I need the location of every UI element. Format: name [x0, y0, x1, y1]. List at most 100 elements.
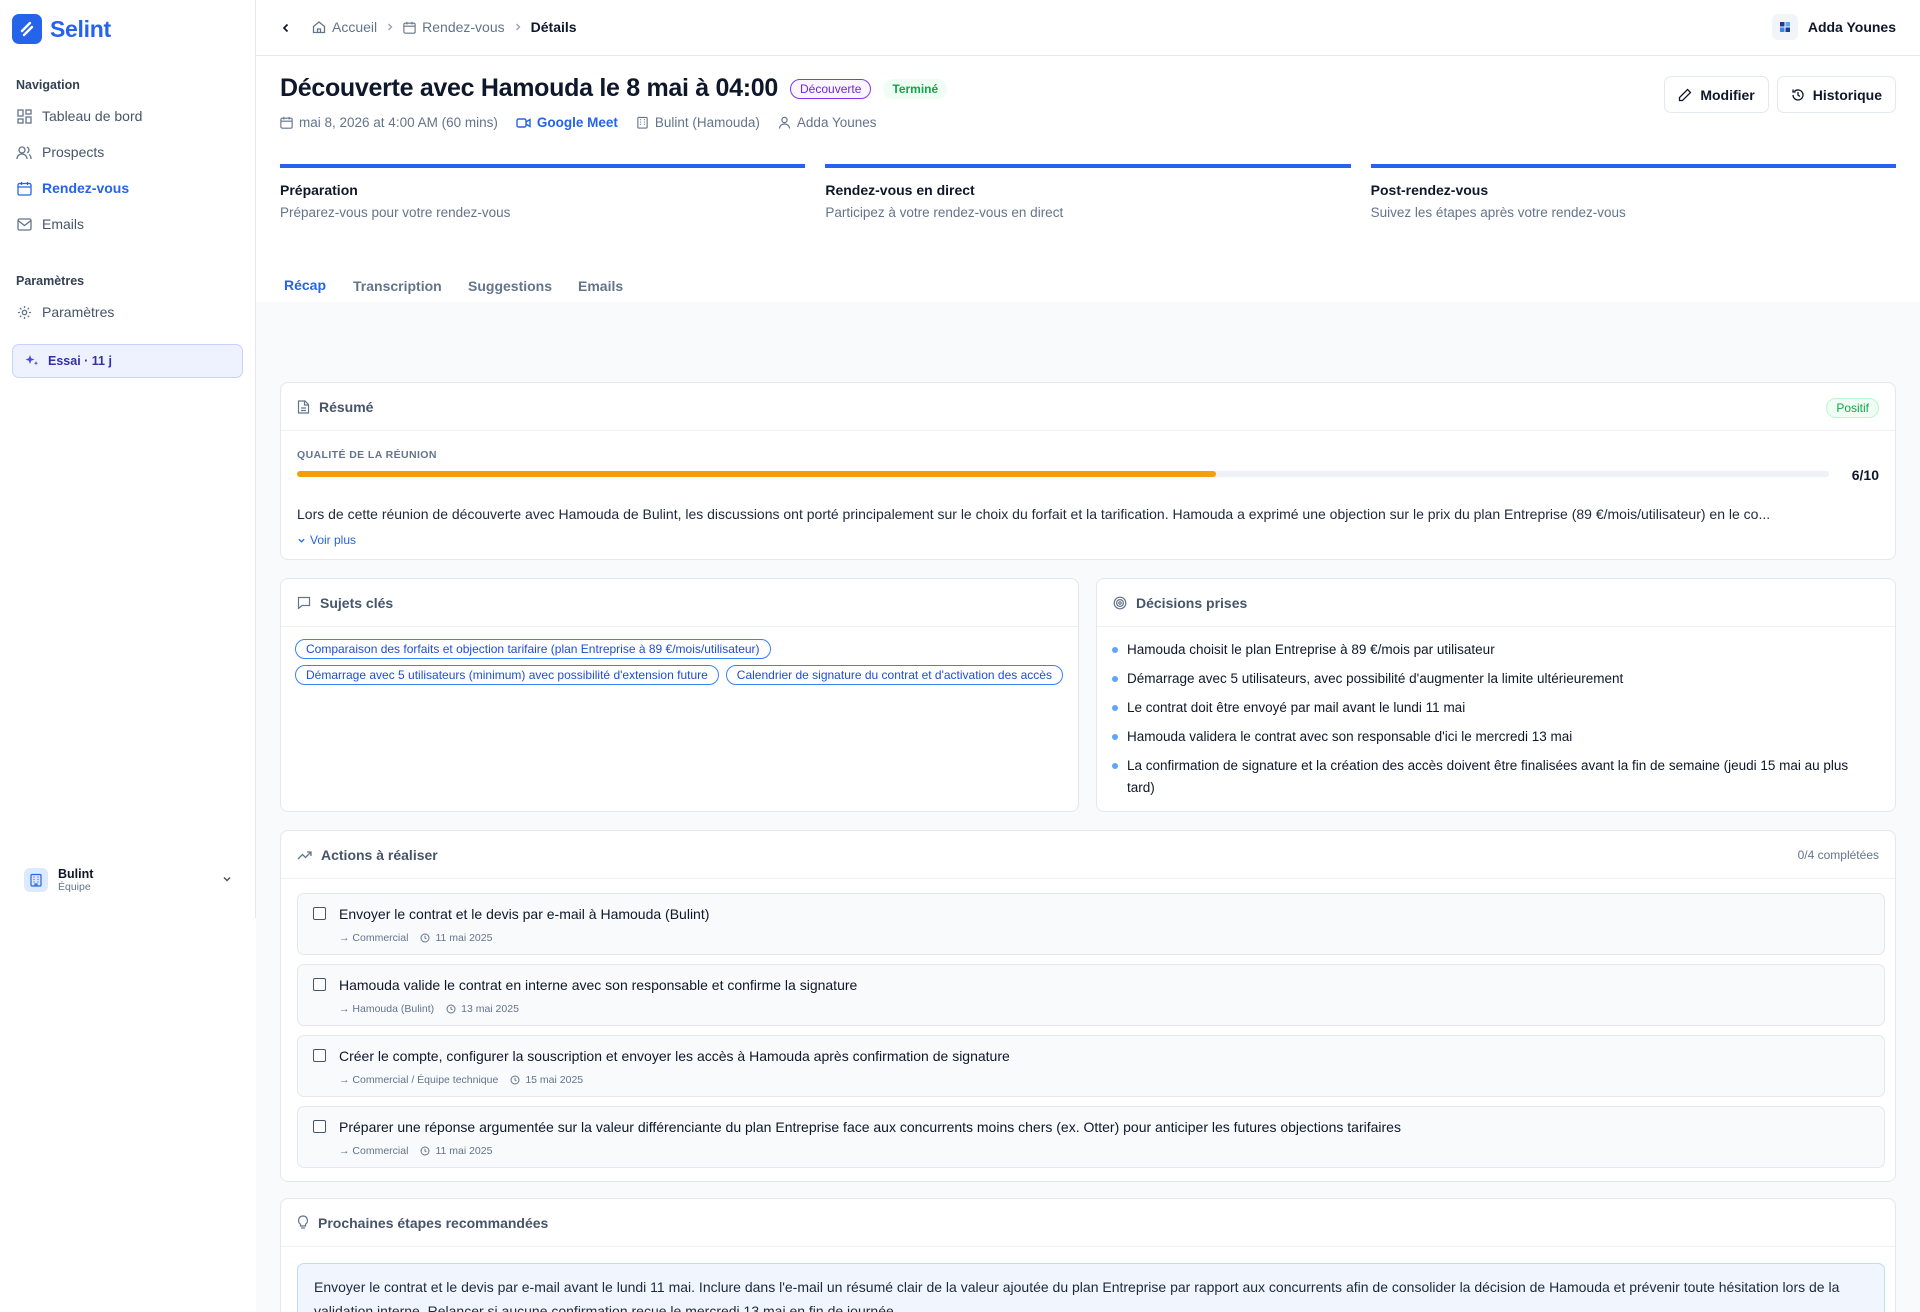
sidebar-item-label: Prospects — [42, 144, 105, 160]
action-item: Créer le compte, configurer la souscript… — [297, 1035, 1885, 1097]
action-meta: → Commercial / Équipe technique 15 mai 2… — [339, 1074, 583, 1086]
phase-subtitle: Participez à votre rendez-vous en direct — [825, 205, 1064, 220]
app-logo[interactable]: Selint — [12, 14, 111, 44]
action-checkbox[interactable] — [313, 978, 326, 991]
logo-icon — [12, 14, 42, 44]
owner-text: Adda Younes — [796, 115, 877, 130]
quality-progress-fill — [297, 471, 1217, 477]
sidebar-item-dashboard[interactable]: Tableau de bord — [16, 101, 240, 131]
nav-section-title: Navigation — [16, 78, 80, 92]
actions-card: Actions à réaliser 0/4 complétées Envoye… — [280, 830, 1896, 1182]
phase-post[interactable]: Post-rendez-vous Suivez les étapes après… — [1370, 164, 1896, 220]
page-title: Découverte avec Hamouda le 8 mai à 04:00 — [280, 74, 778, 102]
calendar-icon — [16, 180, 32, 196]
action-checkbox[interactable] — [313, 1120, 326, 1133]
sidebar-item-settings[interactable]: Paramètres — [16, 297, 240, 327]
phase-preparation[interactable]: Préparation Préparez-vous pour votre ren… — [280, 164, 806, 220]
breadcrumb-rendez-vous[interactable]: Rendez-vous — [403, 19, 505, 35]
clock-icon — [510, 1075, 520, 1085]
action-date: 15 mai 2025 — [525, 1074, 584, 1086]
next-steps-card: Prochaines étapes recommandées Envoyer l… — [280, 1198, 1896, 1312]
main-content: Découverte avec Hamouda le 8 mai à 04:00… — [256, 56, 1920, 1312]
topic-chip[interactable]: Calendrier de signature du contrat et d'… — [725, 665, 1063, 685]
sparkles-icon — [25, 354, 39, 368]
meeting-meta: mai 8, 2026 at 4:00 AM (60 mins) Google … — [280, 115, 877, 130]
topic-chip[interactable]: Démarrage avec 5 utilisateurs (minimum) … — [295, 665, 719, 685]
next-steps-text: Envoyer le contrat et le devis par e-mai… — [297, 1263, 1885, 1312]
action-checkbox[interactable] — [313, 907, 326, 920]
phase-title: Préparation — [280, 182, 358, 198]
meeting-company: Bulint (Hamouda) — [636, 115, 760, 130]
home-icon — [312, 21, 326, 34]
building-icon — [637, 116, 648, 129]
datetime-text: mai 8, 2026 at 4:00 AM (60 mins) — [299, 115, 498, 130]
trial-badge[interactable]: Essai · 11 j — [12, 344, 243, 378]
phase-title: Post-rendez-vous — [1370, 182, 1489, 198]
action-item: Hamouda valide le contrat en interne ave… — [297, 964, 1885, 1026]
action-title: Préparer une réponse argumentée sur la v… — [339, 1119, 1401, 1135]
summary-card: Résumé Positif QUALITÉ DE LA RÉUNION 6/1… — [280, 382, 1896, 560]
breadcrumb-label: Accueil — [332, 19, 378, 35]
app-name: Selint — [50, 15, 111, 42]
team-switcher[interactable]: Bulint Équipe — [12, 862, 243, 898]
document-icon — [297, 399, 310, 414]
chevron-right-icon — [513, 22, 523, 32]
sidebar-item-emails[interactable]: Emails — [16, 209, 240, 239]
clock-icon — [446, 1004, 456, 1014]
action-meta: → Commercial 11 mai 2025 — [339, 932, 492, 944]
sidebar-item-label: Rendez-vous — [42, 180, 130, 196]
dashboard-icon — [16, 108, 32, 124]
calendar-icon — [403, 21, 416, 34]
topics-list: Comparaison des forfaits et objection ta… — [281, 627, 1078, 697]
card-header: Actions à réaliser — [281, 831, 1895, 879]
history-button[interactable]: Historique — [1776, 76, 1896, 113]
sidebar: Selint Navigation Tableau de bord Prospe… — [0, 0, 256, 918]
decisions-list: Hamouda choisit le plan Entreprise à 89 … — [1097, 627, 1895, 799]
breadcrumb-label: Rendez-vous — [422, 19, 505, 35]
calendar-icon — [280, 116, 293, 129]
platform-text: Google Meet — [536, 115, 618, 130]
top-bar: Accueil Rendez-vous Détails Adda Younes — [256, 0, 1920, 56]
action-title: Hamouda valide le contrat en interne ave… — [339, 977, 858, 993]
header-actions: Modifier Historique — [1664, 76, 1896, 113]
edit-button[interactable]: Modifier — [1664, 76, 1769, 113]
quality-score: 6/10 — [1851, 467, 1879, 483]
breadcrumb: Accueil Rendez-vous Détails — [312, 19, 577, 35]
history-icon — [1792, 88, 1804, 101]
breadcrumb-home[interactable]: Accueil — [312, 19, 377, 35]
topic-chip[interactable]: Comparaison des forfaits et objection ta… — [295, 639, 771, 659]
chevron-down-icon — [221, 873, 233, 885]
mail-icon — [16, 216, 32, 232]
action-item: Préparer une réponse argumentée sur la v… — [297, 1106, 1885, 1168]
meeting-type-badge: Découverte — [790, 78, 872, 99]
user-menu[interactable]: Adda Younes — [1771, 14, 1896, 40]
phase-live[interactable]: Rendez-vous en direct Participez à votre… — [825, 164, 1351, 220]
key-topics-card: Sujets clés Comparaison des forfaits et … — [280, 578, 1079, 812]
action-assignee: → Commercial — [339, 1145, 409, 1157]
settings-section-title: Paramètres — [16, 274, 85, 288]
see-more-link[interactable]: Voir plus — [297, 533, 356, 547]
sidebar-item-label: Emails — [42, 216, 85, 232]
card-title: Prochaines étapes recommandées — [318, 1214, 549, 1231]
meeting-header: Découverte avec Hamouda le 8 mai à 04:00… — [280, 74, 948, 103]
meeting-datetime: mai 8, 2026 at 4:00 AM (60 mins) — [280, 115, 498, 130]
meeting-phases: Préparation Préparez-vous pour votre ren… — [280, 164, 1896, 220]
list-item: Hamouda validera le contrat avec son res… — [1111, 726, 1879, 748]
video-icon — [516, 117, 531, 128]
chevron-left-icon — [282, 23, 289, 33]
sidebar-item-rendez-vous[interactable]: Rendez-vous — [16, 173, 240, 203]
google-meet-link[interactable]: Google Meet — [516, 115, 618, 130]
sentiment-badge: Positif — [1826, 398, 1879, 418]
back-button[interactable] — [276, 18, 296, 38]
see-more-label: Voir plus — [310, 533, 357, 547]
meeting-owner: Adda Younes — [778, 115, 877, 130]
card-title: Résumé — [319, 398, 374, 415]
card-title: Sujets clés — [320, 594, 394, 611]
action-checkbox[interactable] — [313, 1049, 326, 1062]
chevron-right-icon — [385, 22, 395, 32]
avatar — [1771, 14, 1798, 40]
edit-label: Modifier — [1700, 86, 1755, 103]
decisions-card: Décisions prises Hamouda choisit le plan… — [1096, 578, 1896, 812]
clock-icon — [420, 933, 430, 943]
sidebar-item-prospects[interactable]: Prospects — [16, 137, 240, 167]
